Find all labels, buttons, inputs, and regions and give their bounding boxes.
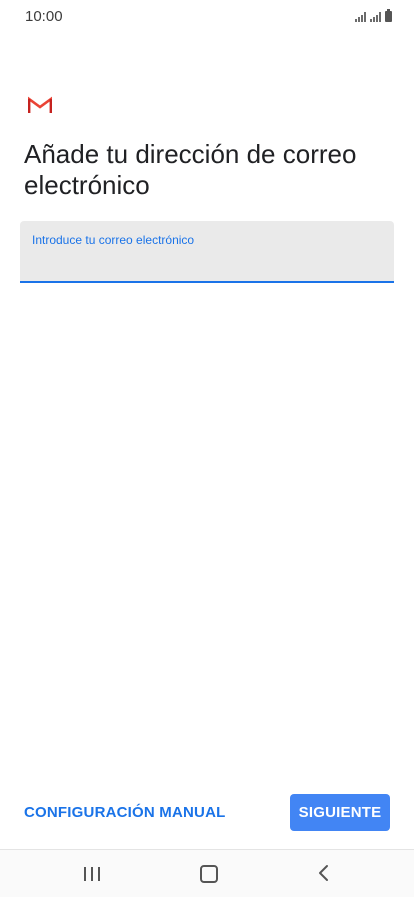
battery-icon (385, 9, 392, 22)
email-input[interactable] (32, 251, 382, 275)
navigation-bar (0, 849, 414, 897)
screen: 10:00 Añade tu dirección de correo elect… (0, 0, 414, 897)
status-bar: 10:00 (0, 0, 414, 34)
email-field[interactable]: Introduce tu correo electrónico (20, 221, 394, 283)
signal-icon (355, 12, 366, 22)
home-icon[interactable] (200, 865, 218, 883)
page-title: Añade tu dirección de correo electrónico (24, 139, 357, 200)
next-button[interactable]: SIGUIENTE (290, 794, 390, 831)
email-field-label: Introduce tu correo electrónico (32, 233, 195, 247)
signal-icon (370, 12, 381, 22)
back-icon[interactable] (316, 864, 332, 882)
status-time: 10:00 (25, 8, 63, 25)
recent-apps-icon[interactable] (84, 867, 100, 881)
status-icons (355, 9, 392, 22)
gmail-logo (28, 96, 52, 113)
manual-configuration-button[interactable]: CONFIGURACIÓN MANUAL (24, 800, 225, 825)
